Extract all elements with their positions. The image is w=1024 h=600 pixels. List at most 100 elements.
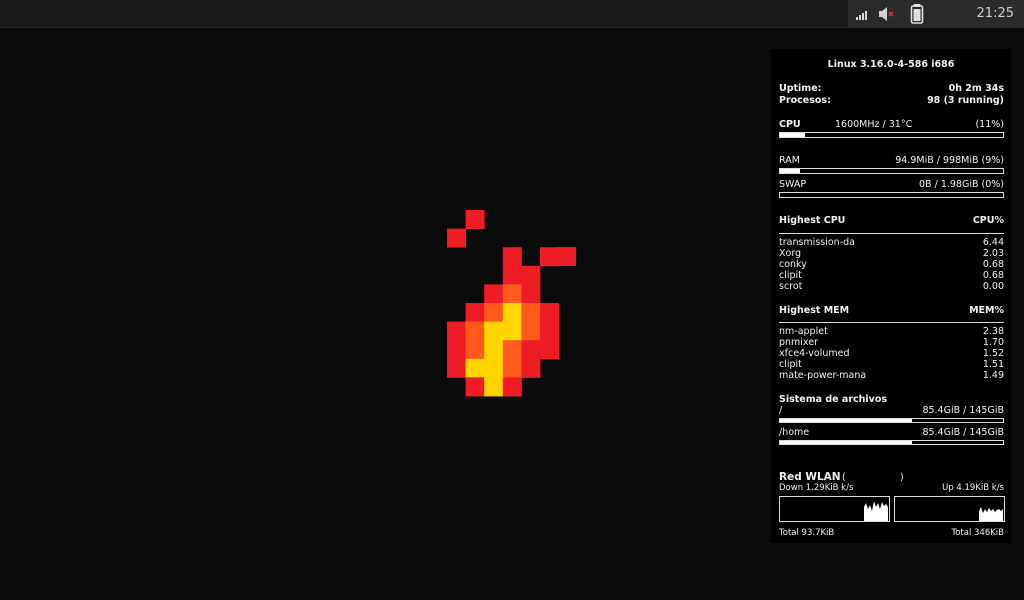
flame-pixel: [521, 340, 541, 360]
flame-pixel: [484, 321, 504, 341]
process-row: nm-applet 2.38: [779, 326, 1004, 337]
process-value: 0.68: [982, 259, 1004, 270]
flame-pixel: [447, 358, 466, 378]
process-row: clipit 0.68: [779, 270, 1004, 281]
desktop: 21:25 Linux 3.16.0-4-586 i686 Uptime: 0h…: [0, 0, 1024, 600]
process-value: 2.03: [982, 248, 1004, 259]
uptime-label: Uptime:: [779, 83, 822, 94]
process-row: pnmixer 1.70: [779, 337, 1004, 348]
total-up: Total 346KiB: [951, 528, 1004, 538]
signal-strength-icon[interactable]: [856, 0, 870, 28]
flame-pixel: [447, 340, 466, 360]
processes-value: 98 (3 running): [927, 95, 1004, 106]
ram-value: 94.9MiB / 998MiB (9%): [895, 155, 1004, 166]
flame-pixel: [484, 358, 504, 378]
process-value: 1.49: [982, 370, 1004, 381]
flame-pixel: [447, 321, 466, 341]
process-name: xfce4-volumed: [779, 348, 850, 359]
flame-pixel: [465, 377, 485, 397]
ram-usage-bar: [779, 168, 1004, 174]
process-value: 6.44: [982, 237, 1004, 248]
fs-root-usage: 85.4GiB / 145GiB: [922, 405, 1004, 416]
flame-pixel: [502, 358, 522, 378]
fs-home-mount: /home: [779, 427, 810, 438]
swap-label: SWAP: [779, 179, 807, 190]
process-row: clipit 1.51: [779, 359, 1004, 370]
flame-pixel: [484, 377, 504, 397]
network-paren-close: ): [900, 472, 904, 483]
process-value: 2.38: [982, 326, 1004, 337]
clipboard-icon[interactable]: [910, 0, 924, 28]
flame-pixel: [540, 303, 559, 322]
process-row: xfce4-volumed 1.52: [779, 348, 1004, 359]
network-label: Red WLAN: [779, 471, 841, 483]
cpu-usage-fill: [780, 133, 805, 137]
flame-pixel: [465, 358, 485, 378]
process-name: pnmixer: [779, 337, 819, 348]
flame-pixel: [521, 303, 541, 322]
filesystem-label: Sistema de archivos: [779, 394, 888, 405]
flame-pixel: [502, 284, 522, 304]
process-row: mate-power-mana 1.49: [779, 370, 1004, 381]
flame-pixel: [484, 340, 504, 360]
flame-pixel: [465, 210, 485, 229]
network-paren-open: (: [842, 472, 846, 483]
cpu-usage-bar: [779, 132, 1004, 138]
flame-pixel: [540, 247, 559, 267]
highest-cpu-label: Highest CPU: [779, 215, 846, 226]
process-row: scrot 0.00: [779, 281, 1004, 292]
process-row: transmission-da 6.44: [779, 237, 1004, 248]
cpu-percent: (11%): [975, 119, 1004, 130]
kernel-label: Linux 3.16.0-4-586 i686: [827, 59, 955, 70]
flame-pixel: [484, 284, 504, 304]
flame-pixel: [484, 303, 504, 322]
top-panel: 21:25: [0, 0, 1024, 28]
down-speed: Down 1.29KiB k/s: [779, 483, 854, 493]
fs-home-usage: 85.4GiB / 145GiB: [922, 427, 1004, 438]
process-value: 0.68: [982, 270, 1004, 281]
process-name: mate-power-mana: [779, 370, 867, 381]
flame-pixel: [502, 340, 522, 360]
mem-pct-header: MEM%: [969, 305, 1004, 316]
flame-pixel: [502, 265, 522, 285]
fs-root-fill: [780, 419, 912, 422]
cpu-label: CPU: [779, 119, 801, 130]
ram-label: RAM: [779, 155, 800, 166]
process-row: Xorg 2.03: [779, 248, 1004, 259]
flame-pixel: [521, 265, 541, 285]
download-graph: [779, 496, 890, 522]
process-row: conky 0.68: [779, 259, 1004, 270]
volume-muted-icon[interactable]: [878, 0, 896, 28]
fs-root-bar: [779, 418, 1004, 423]
process-name: scrot: [779, 281, 803, 292]
flame-pixel: [447, 228, 466, 248]
flame-pixel: [502, 247, 522, 267]
process-name: Xorg: [779, 248, 802, 259]
flame-pixel: [540, 340, 559, 360]
fs-root-mount: /: [779, 405, 783, 416]
flame-pixel: [502, 321, 522, 341]
flame-pixel: [521, 321, 541, 341]
process-name: clipit: [779, 359, 802, 370]
flame-pixel: [540, 321, 559, 341]
swap-usage-bar: [779, 192, 1004, 198]
clock[interactable]: 21:25: [977, 6, 1014, 21]
uptime-value: 0h 2m 34s: [948, 83, 1004, 94]
fs-home-bar: [779, 440, 1004, 445]
divider: [779, 322, 1004, 323]
fs-home-fill: [780, 441, 912, 444]
system-tray: 21:25: [848, 0, 1024, 28]
flame-pixel: [521, 284, 541, 304]
process-name: clipit: [779, 270, 802, 281]
flame-pixel: [502, 303, 522, 322]
processes-label: Procesos:: [779, 95, 831, 106]
flame-pixel: [502, 377, 522, 397]
conky-monitor: Linux 3.16.0-4-586 i686 Uptime: 0h 2m 34…: [771, 49, 1011, 543]
process-name: nm-applet: [779, 326, 828, 337]
process-name: transmission-da: [779, 237, 855, 248]
process-value: 0.00: [982, 281, 1004, 292]
flame-pixel: [521, 358, 541, 378]
process-value: 1.70: [982, 337, 1004, 348]
process-value: 1.52: [982, 348, 1004, 359]
total-down: Total 93.7KiB: [779, 528, 835, 538]
